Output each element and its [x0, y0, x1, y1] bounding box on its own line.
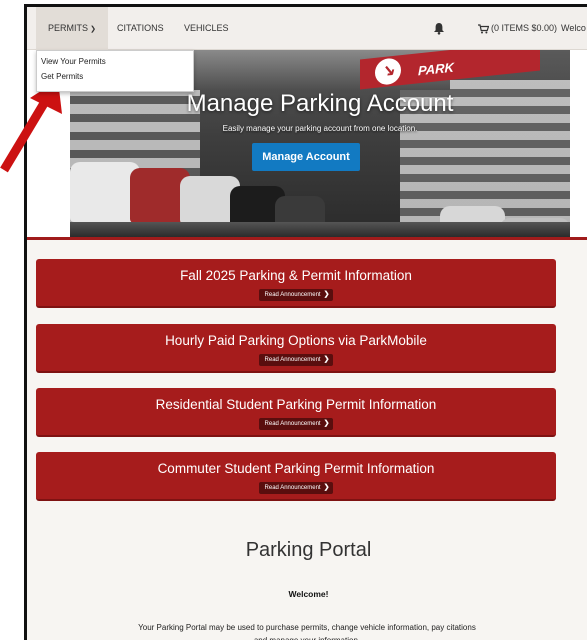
- manage-account-button[interactable]: Manage Account: [252, 143, 360, 171]
- cart-link[interactable]: (0 ITEMS $0.00): [478, 7, 557, 50]
- chevron-right-icon: ❯: [323, 420, 330, 427]
- chevron-right-icon: ❯: [323, 291, 330, 298]
- park-sign-text: PARK: [418, 59, 454, 79]
- announcement-card[interactable]: Hourly Paid Parking Options via ParkMobi…: [36, 324, 556, 373]
- permits-dropdown-menu: View Your Permits Get Permits: [36, 50, 194, 92]
- announcement-card[interactable]: Commuter Student Parking Permit Informat…: [36, 452, 556, 501]
- nav-vehicles[interactable]: VEHICLES: [184, 7, 229, 50]
- cart-summary: (0 ITEMS $0.00): [491, 23, 558, 33]
- browser-viewport: PERMITS ❯ CITATIONS VEHICLES (0 ITEMS $0.…: [24, 4, 587, 640]
- chevron-right-icon: ❯: [323, 484, 330, 491]
- read-announcement-button[interactable]: Read Announcement ❯: [258, 354, 334, 366]
- bell-icon[interactable]: [433, 22, 445, 35]
- nav-permits[interactable]: PERMITS ❯: [36, 7, 108, 50]
- menu-item-get-permits[interactable]: Get Permits: [41, 72, 83, 81]
- read-announcement-label: Read Announcement: [264, 485, 321, 491]
- chevron-down-icon: ❯: [90, 26, 96, 33]
- portal-description: Your Parking Portal may be used to purch…: [138, 623, 476, 640]
- page-title: Parking Portal: [245, 539, 372, 561]
- announcement-title: Residential Student Parking Permit Infor…: [155, 397, 437, 412]
- announcement-card[interactable]: Residential Student Parking Permit Infor…: [36, 388, 556, 437]
- announcement-card[interactable]: Fall 2025 Parking & Permit Information R…: [36, 259, 556, 308]
- read-announcement-label: Read Announcement: [264, 292, 321, 298]
- announcement-title: Hourly Paid Parking Options via ParkMobi…: [165, 333, 427, 348]
- read-announcement-button[interactable]: Read Announcement ❯: [258, 418, 334, 430]
- read-announcement-button[interactable]: Read Announcement ❯: [258, 289, 334, 301]
- read-announcement-button[interactable]: Read Announcement ❯: [258, 482, 334, 494]
- nav-citations[interactable]: CITATIONS: [117, 7, 164, 50]
- cart-icon: [478, 24, 490, 34]
- read-announcement-label: Read Announcement: [264, 421, 321, 427]
- chevron-right-icon: ❯: [323, 356, 330, 363]
- menu-item-view-permits[interactable]: View Your Permits: [41, 57, 106, 66]
- top-navbar: PERMITS ❯ CITATIONS VEHICLES (0 ITEMS $0.…: [27, 7, 587, 50]
- sign-arrow-icon: ↘: [375, 57, 401, 86]
- welcome-heading: Welcome!: [288, 589, 329, 599]
- garage-floor: [70, 222, 570, 237]
- nav-permits-label: PERMITS: [48, 23, 89, 33]
- announcement-title: Fall 2025 Parking & Permit Information: [180, 268, 412, 283]
- read-announcement-label: Read Announcement: [264, 357, 321, 363]
- hero-title: Manage Parking Account: [186, 90, 454, 117]
- announcement-title: Commuter Student Parking Permit Informat…: [157, 461, 435, 476]
- hero-subtitle: Easily manage your parking account from …: [222, 124, 418, 133]
- welcome-user-menu[interactable]: Welco: [561, 7, 586, 50]
